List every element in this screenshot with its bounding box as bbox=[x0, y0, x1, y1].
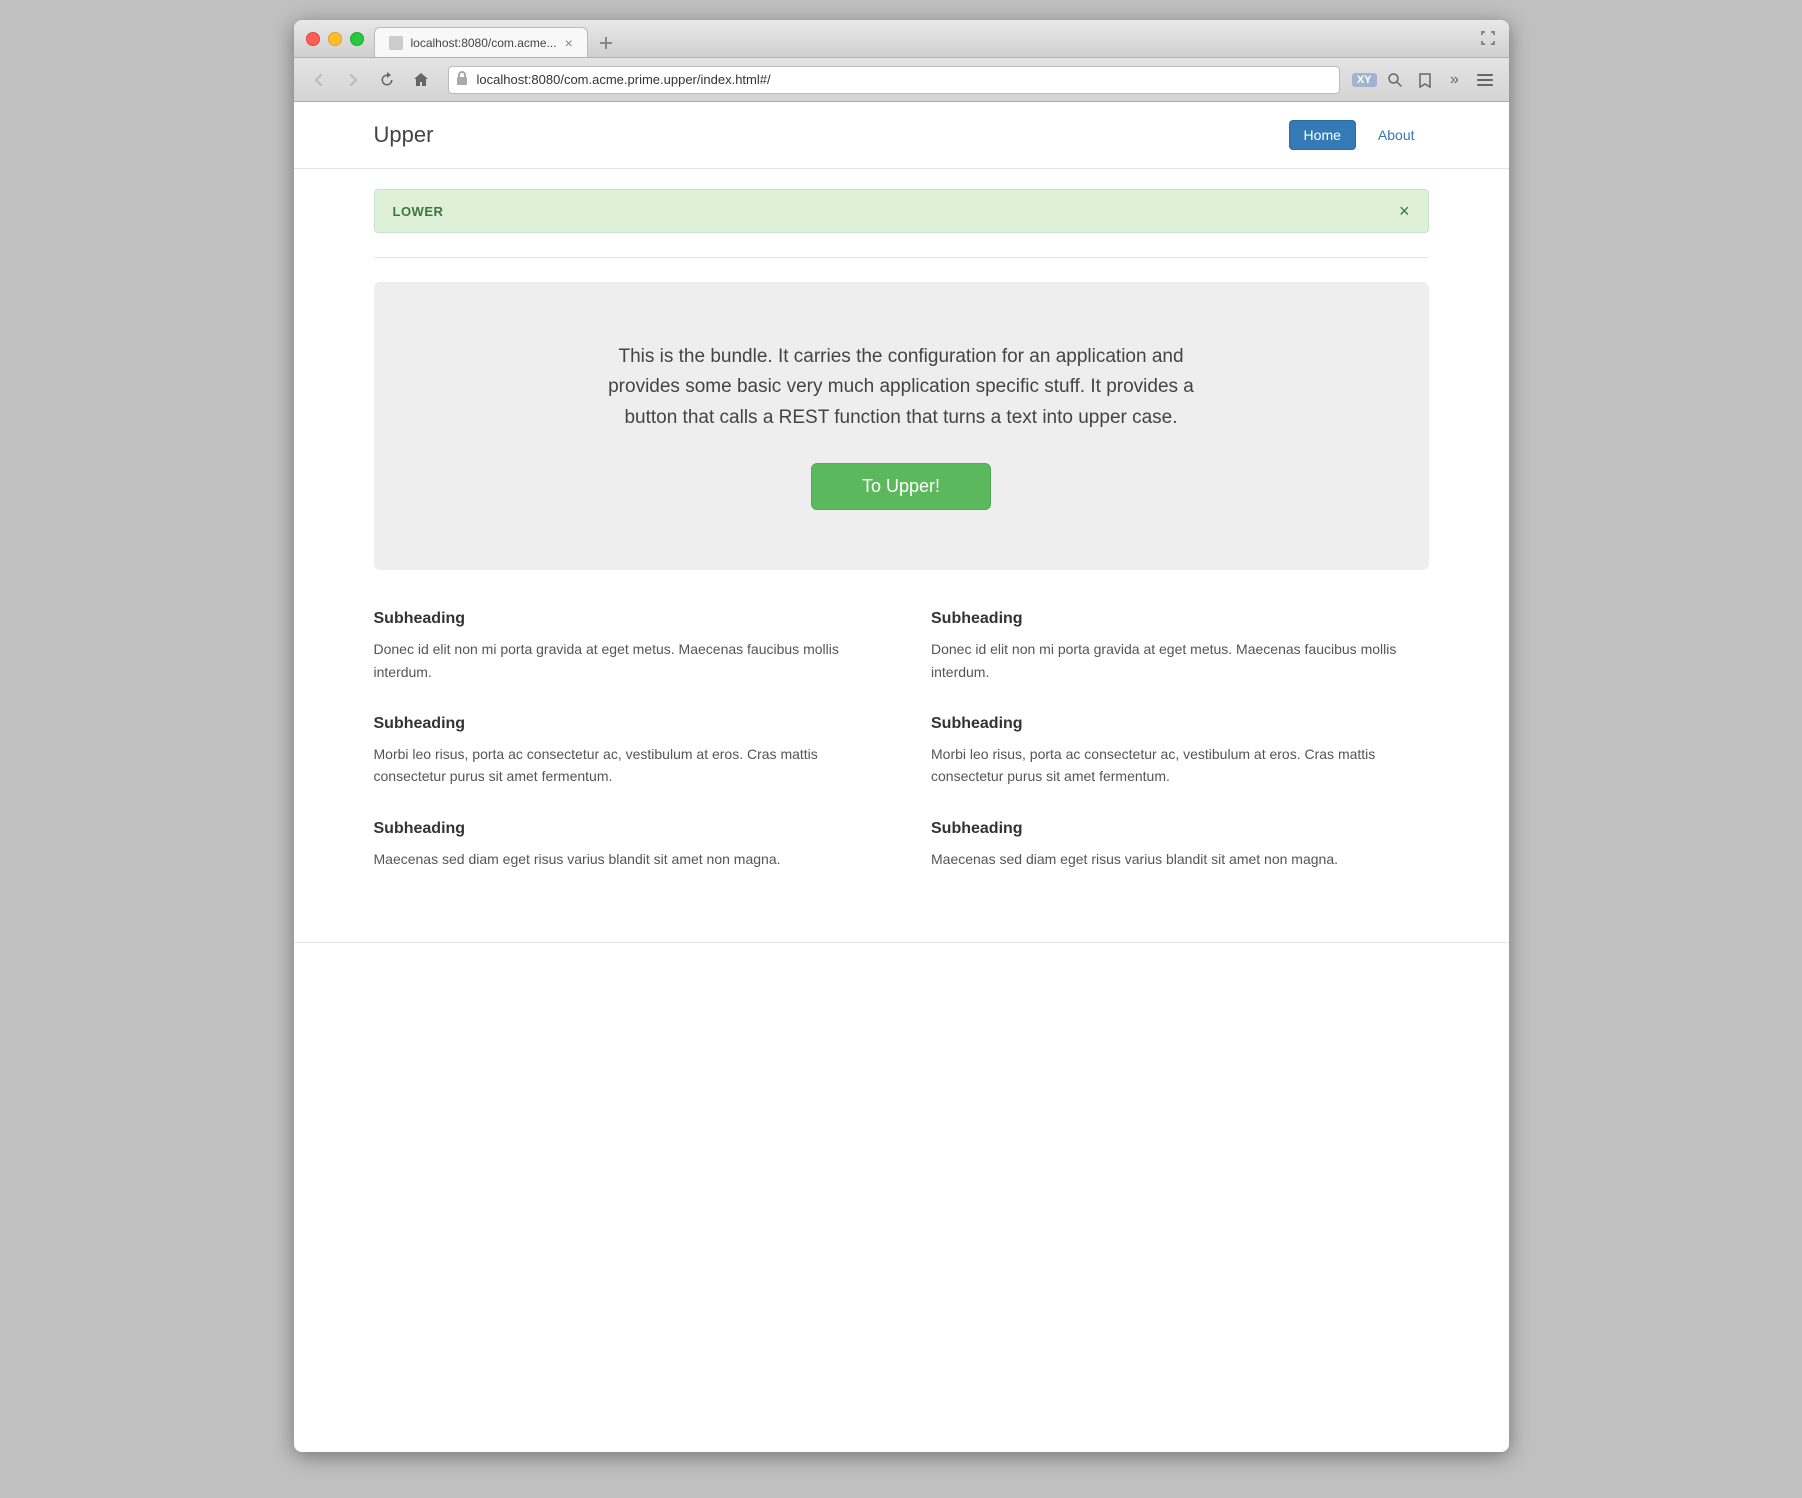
forward-button[interactable] bbox=[338, 65, 368, 95]
content-grid: Subheading Donec id elit non mi porta gra… bbox=[374, 610, 1429, 902]
page-footer bbox=[294, 942, 1509, 983]
maximize-button[interactable] bbox=[350, 32, 364, 46]
address-bar-container bbox=[448, 66, 1340, 94]
address-input[interactable] bbox=[448, 66, 1340, 94]
content-subheading: Subheading bbox=[374, 610, 872, 628]
active-tab[interactable]: localhost:8080/com.acme... × bbox=[374, 27, 588, 57]
content-paragraph: Donec id elit non mi porta gravida at eg… bbox=[374, 638, 872, 683]
home-button[interactable] bbox=[406, 65, 436, 95]
toolbar-right: XY » bbox=[1352, 66, 1499, 94]
home-nav-button[interactable]: Home bbox=[1289, 120, 1356, 150]
tab-bar: localhost:8080/com.acme... × bbox=[374, 27, 620, 57]
alert-close-button[interactable]: × bbox=[1399, 202, 1410, 220]
minimize-button[interactable] bbox=[328, 32, 342, 46]
alert-banner: LOWER × bbox=[374, 189, 1429, 233]
browser-window: localhost:8080/com.acme... × bbox=[294, 20, 1509, 1452]
content-subheading: Subheading bbox=[931, 610, 1429, 628]
main-container: LOWER × This is the bundle. It carries t… bbox=[294, 169, 1509, 922]
content-subheading: Subheading bbox=[931, 820, 1429, 838]
content-paragraph: Donec id elit non mi porta gravida at eg… bbox=[931, 638, 1429, 683]
tab-title: localhost:8080/com.acme... bbox=[411, 36, 557, 50]
menu-btn[interactable] bbox=[1471, 66, 1499, 94]
page-content: Upper Home About LOWER × This is the bun… bbox=[294, 102, 1509, 1452]
content-paragraph: Morbi leo risus, porta ac consectetur ac… bbox=[931, 743, 1429, 788]
content-subheading: Subheading bbox=[931, 715, 1429, 733]
window-controls bbox=[306, 32, 364, 46]
new-tab-button[interactable] bbox=[592, 29, 620, 57]
search-icon-btn[interactable] bbox=[1381, 66, 1409, 94]
close-tab-icon[interactable]: × bbox=[565, 36, 573, 50]
brand-name: Upper bbox=[374, 122, 434, 148]
address-lock-icon bbox=[456, 71, 468, 88]
reload-button[interactable] bbox=[372, 65, 402, 95]
to-upper-button[interactable]: To Upper! bbox=[811, 463, 991, 510]
alert-text: LOWER bbox=[393, 204, 444, 219]
nav-links: Home About bbox=[1289, 120, 1429, 150]
tab-favicon bbox=[389, 36, 403, 50]
content-paragraph: Maecenas sed diam eget risus varius blan… bbox=[931, 848, 1429, 870]
title-bar: localhost:8080/com.acme... × bbox=[294, 20, 1509, 58]
close-button[interactable] bbox=[306, 32, 320, 46]
bookmark-icon-btn[interactable] bbox=[1411, 66, 1439, 94]
content-subheading: Subheading bbox=[374, 715, 872, 733]
fullscreen-button[interactable] bbox=[1477, 28, 1499, 50]
more-tools-btn[interactable]: » bbox=[1441, 66, 1469, 94]
content-paragraph: Maecenas sed diam eget risus varius blan… bbox=[374, 848, 872, 870]
content-item: Subheading Morbi leo risus, porta ac cons… bbox=[374, 715, 872, 788]
content-item: Subheading Maecenas sed diam eget risus v… bbox=[374, 820, 872, 870]
jumbotron-description: This is the bundle. It carries the confi… bbox=[601, 342, 1201, 433]
content-subheading: Subheading bbox=[374, 820, 872, 838]
jumbotron: This is the bundle. It carries the confi… bbox=[374, 282, 1429, 570]
toolbar-badge: XY bbox=[1352, 73, 1377, 87]
divider bbox=[374, 257, 1429, 258]
content-item: Subheading Maecenas sed diam eget risus v… bbox=[931, 820, 1429, 870]
content-item: Subheading Donec id elit non mi porta gra… bbox=[374, 610, 872, 683]
content-paragraph: Morbi leo risus, porta ac consectetur ac… bbox=[374, 743, 872, 788]
navbar: Upper Home About bbox=[294, 102, 1509, 169]
about-nav-link[interactable]: About bbox=[1364, 121, 1429, 149]
content-item: Subheading Morbi leo risus, porta ac cons… bbox=[931, 715, 1429, 788]
toolbar: XY » bbox=[294, 58, 1509, 102]
back-button[interactable] bbox=[304, 65, 334, 95]
content-item: Subheading Donec id elit non mi porta gra… bbox=[931, 610, 1429, 683]
